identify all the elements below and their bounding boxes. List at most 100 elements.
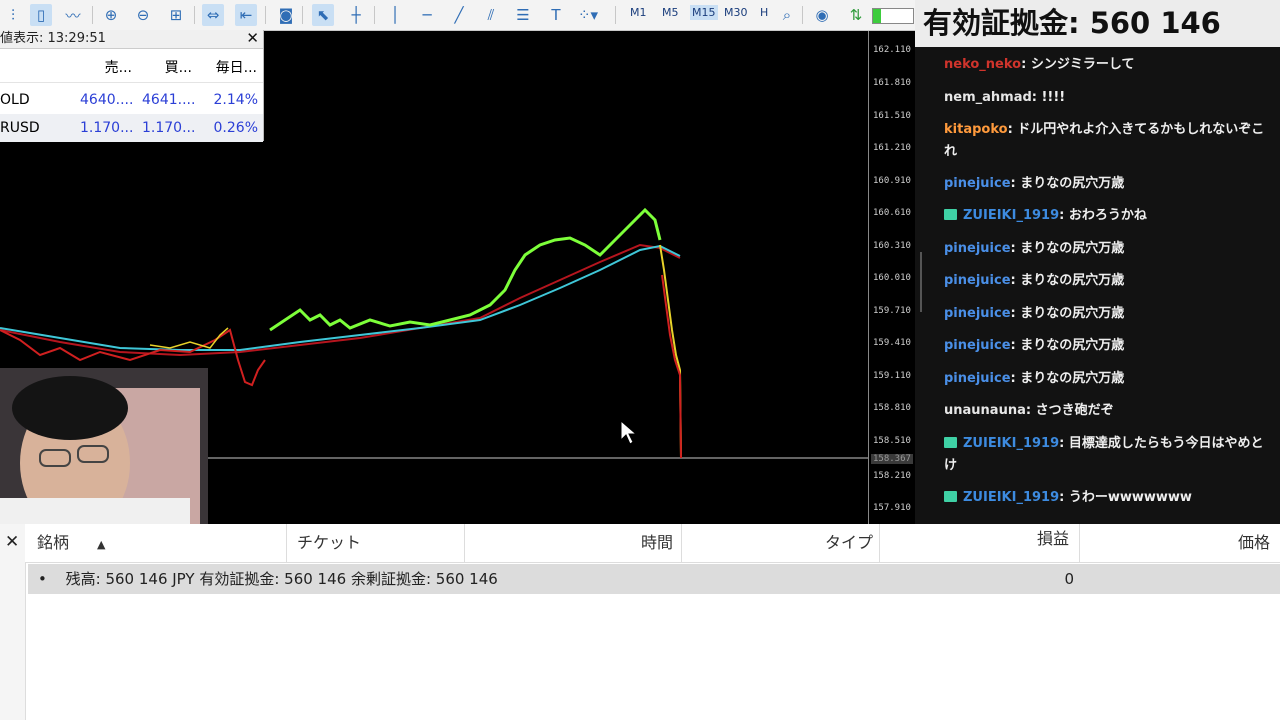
column-price[interactable]: 価格 [1080, 524, 1280, 562]
chat-message: ZUIEIKI_1919: 目標達成したらもう今日はやめとけ [944, 433, 1274, 477]
zoom-in-icon[interactable]: ⊕ [100, 4, 122, 26]
market-watch-row[interactable]: RUSD 1.170.... 1.170.... 0.26% [0, 114, 263, 142]
terminal-sidebar: ✕ [0, 524, 26, 720]
crosshair-icon[interactable]: ┼ [345, 4, 367, 26]
price-tick: 159.710 [873, 306, 911, 316]
ask-price: 1.170.... [142, 120, 196, 136]
chat-message: pinejuice: まりなの尻穴万歳 [944, 173, 1274, 195]
subscriber-badge-icon [944, 491, 957, 502]
shapes-icon[interactable]: ⁘▾ [577, 4, 599, 26]
account-icon[interactable]: ◉ [811, 4, 833, 26]
column-ticket[interactable]: チケット [287, 524, 465, 562]
channel-icon[interactable]: ⫽ [480, 4, 502, 26]
cursor-icon[interactable]: ⬉ [312, 4, 334, 26]
chat-scroll-indicator[interactable] [920, 252, 922, 312]
bullet-icon: • [38, 570, 47, 588]
price-tick: 161.510 [873, 111, 911, 121]
column-symbol[interactable]: 銘柄 ▲ [25, 524, 287, 562]
chat-username[interactable]: pinejuice [944, 371, 1011, 386]
column-type[interactable]: タイプ [682, 524, 880, 562]
column-bid[interactable]: 売... [80, 54, 132, 82]
timeframe-m5[interactable]: M5 [662, 6, 679, 19]
symbol-name: OLD [0, 92, 30, 108]
chat-username[interactable]: pinejuice [944, 176, 1011, 191]
chart-shift-icon[interactable]: ⇤ [235, 4, 257, 26]
chat-text: : まりなの尻穴万歳 [1010, 273, 1125, 288]
price-axis[interactable]: 162.110 161.810 161.510 161.210 160.910 … [868, 30, 916, 524]
chat-text: : まりなの尻穴万歳 [1010, 338, 1125, 353]
price-tick: 162.110 [873, 45, 911, 55]
sort-ascending-icon: ▲ [97, 538, 106, 551]
timeframe-m15[interactable]: M15 [690, 5, 718, 20]
chat-text: : うわーwwwwwww [1059, 490, 1192, 505]
chat-message: pinejuice: まりなの尻穴万歳 [944, 335, 1274, 357]
chat-message: ZUIEIKI_1919: おわろうかね [944, 205, 1274, 227]
column-ask[interactable]: 買... [140, 54, 192, 82]
equity-banner: 有効証拠金: 560 146 [915, 0, 1280, 47]
chat-message: pinejuice: まりなの尻穴万歳 [944, 238, 1274, 260]
chat-panel: neko_neko: シンジミラーして nem_ahmad: !!!! kita… [915, 47, 1280, 524]
chat-username[interactable]: kitapoko [944, 122, 1008, 137]
bar-chart-icon[interactable]: ⫶ [2, 4, 24, 26]
text-icon[interactable]: T [545, 4, 567, 26]
search-icon[interactable]: ⌕ [776, 4, 798, 26]
current-price-label: 158.367 [871, 454, 913, 464]
chat-username[interactable]: pinejuice [944, 338, 1011, 353]
market-watch-panel: 値表示: 13:29:51 ✕ 売... 買... 毎日... OLD 4640… [0, 29, 264, 142]
chat-username[interactable]: pinejuice [944, 273, 1011, 288]
vertical-line-icon[interactable]: │ [384, 4, 406, 26]
subscriber-badge-icon [944, 437, 957, 448]
subscriber-badge-icon [944, 209, 957, 220]
timeframe-m30[interactable]: M30 [724, 6, 748, 19]
price-tick: 159.110 [873, 371, 911, 381]
market-watch-row[interactable]: OLD 4640.... 4641.... 2.14% [0, 86, 263, 114]
price-tick: 161.810 [873, 78, 911, 88]
close-icon[interactable]: ✕ [5, 532, 19, 552]
chat-text: : まりなの尻穴万歳 [1010, 371, 1125, 386]
chat-username[interactable]: ZUIEIKI_1919 [963, 208, 1059, 223]
chat-text: : シンジミラーして [1021, 57, 1135, 72]
chat-username[interactable]: ZUIEIKI_1919 [963, 436, 1059, 451]
chat-username[interactable]: neko_neko [944, 57, 1021, 72]
trendline-icon[interactable]: ╱ [448, 4, 470, 26]
price-tick: 158.210 [873, 471, 911, 481]
timeframe-h[interactable]: H [760, 6, 768, 19]
webcam-image [0, 368, 208, 524]
candlestick-icon[interactable]: ▯ [30, 4, 52, 26]
chat-username[interactable]: unaunauna [944, 403, 1026, 418]
balance-summary-row[interactable]: • 残高: 560 146 JPY 有効証拠金: 560 146 余剰証拠金: … [28, 564, 1280, 594]
column-profit[interactable]: 損益 [880, 524, 1080, 562]
terminal-header: 銘柄 ▲ チケット 時間 タイプ 損益 価格 [25, 524, 1280, 563]
chat-username[interactable]: pinejuice [944, 306, 1011, 321]
close-icon[interactable]: ✕ [246, 29, 259, 47]
signal-icon[interactable]: ⇅ [845, 4, 867, 26]
market-watch-title: 値表示: 13:29:51 ✕ [0, 29, 263, 49]
symbol-name: RUSD [0, 120, 40, 136]
market-watch-header: 売... 買... 毎日... [0, 54, 263, 83]
chat-username[interactable]: ZUIEIKI_1919 [963, 490, 1059, 505]
column-daily-change[interactable]: 毎日... [200, 54, 257, 82]
chat-username[interactable]: pinejuice [944, 241, 1011, 256]
chat-username[interactable]: nem_ahmad [944, 90, 1032, 105]
grid-icon[interactable]: ⊞ [165, 4, 187, 26]
price-tick: 160.310 [873, 241, 911, 251]
price-tick: 159.410 [873, 338, 911, 348]
price-tick: 160.610 [873, 208, 911, 218]
line-chart-icon[interactable]: 〰 [62, 4, 84, 26]
terminal-panel: ✕ 銘柄 ▲ チケット 時間 タイプ 損益 価格 • 残高: 560 146 JP… [0, 524, 1280, 720]
timeframe-m1[interactable]: M1 [630, 6, 647, 19]
ask-price: 4641.... [142, 92, 196, 108]
chat-message: nem_ahmad: !!!! [944, 87, 1274, 109]
screenshot-icon[interactable]: ◙ [275, 4, 297, 26]
chat-message: ZUIEIKI_1919: うわーwwwwwww [944, 487, 1274, 509]
price-tick: 160.010 [873, 273, 911, 283]
auto-scroll-icon[interactable]: ⇔ [202, 4, 224, 26]
fibonacci-icon[interactable]: ☰ [512, 4, 534, 26]
horizontal-line-icon[interactable]: ─ [416, 4, 438, 26]
daily-change: 2.14% [213, 92, 258, 108]
chat-text: : !!!! [1031, 90, 1066, 105]
zoom-out-icon[interactable]: ⊖ [132, 4, 154, 26]
balance-summary-text: 残高: 560 146 JPY 有効証拠金: 560 146 余剰証拠金: 56… [65, 570, 498, 588]
column-time[interactable]: 時間 [465, 524, 682, 562]
chat-message: pinejuice: まりなの尻穴万歳 [944, 303, 1274, 325]
